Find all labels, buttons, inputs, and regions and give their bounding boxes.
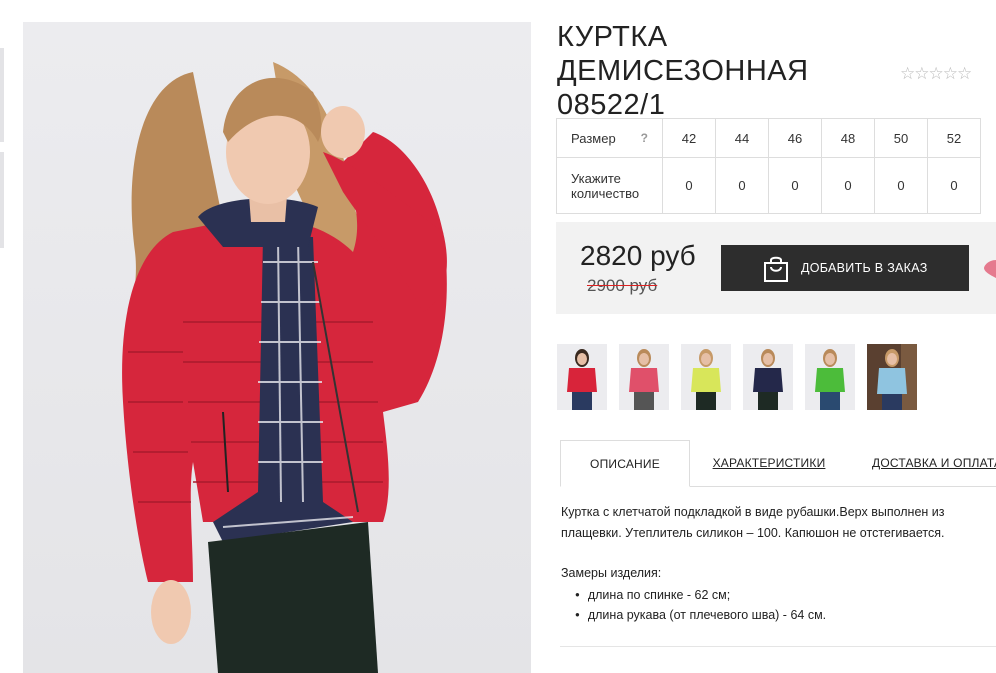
product-title: КУРТКА ДЕМИСЕЗОННАЯ 08522/1 bbox=[557, 21, 809, 121]
color-variant-thumb[interactable] bbox=[805, 344, 855, 410]
shopping-bag-icon bbox=[764, 256, 788, 282]
quantity-input[interactable]: 0 bbox=[821, 157, 875, 214]
color-variant-thumb[interactable] bbox=[681, 344, 731, 410]
size-cell: 52 bbox=[927, 118, 981, 158]
size-cell: 48 bbox=[821, 118, 875, 158]
color-variant-thumb[interactable] bbox=[557, 344, 607, 410]
tab-description[interactable]: ОПИСАНИЕ bbox=[560, 440, 690, 487]
tab-characteristics[interactable]: ХАРАКТЕРИСТИКИ bbox=[712, 440, 826, 486]
price-panel: 2820 руб 2900 руб ДОБАВИТЬ В ЗАКАЗ bbox=[556, 222, 996, 314]
color-variant-thumb[interactable] bbox=[743, 344, 793, 410]
gallery-thumb-edge-2[interactable] bbox=[0, 152, 4, 248]
quantity-input[interactable]: 0 bbox=[768, 157, 822, 214]
list-item: длина рукава (от плечевого шва) - 64 см. bbox=[575, 606, 826, 626]
heart-icon[interactable] bbox=[984, 258, 996, 278]
list-item: длина по спинке - 62 см; bbox=[575, 586, 826, 606]
current-price: 2820 руб bbox=[580, 240, 696, 271]
tab-delivery[interactable]: ДОСТАВКА И ОПЛАТА bbox=[872, 440, 996, 486]
divider bbox=[560, 646, 996, 647]
quantity-row-label: Укажите количество bbox=[556, 157, 663, 214]
size-cell: 44 bbox=[715, 118, 769, 158]
color-variant-thumb[interactable] bbox=[619, 344, 669, 410]
quantity-input[interactable]: 0 bbox=[662, 157, 716, 214]
add-to-order-label: ДОБАВИТЬ В ЗАКАЗ bbox=[801, 261, 928, 275]
measures-title: Замеры изделия: bbox=[561, 566, 662, 580]
measures-list: длина по спинке - 62 см; длина рукава (о… bbox=[575, 586, 826, 626]
gallery-thumb-edge-1[interactable] bbox=[0, 48, 4, 142]
description-text: Куртка с клетчатой подкладкой в виде руб… bbox=[561, 505, 945, 540]
size-quantity-table: Размер ? 42 44 46 48 50 52 Укажите колич… bbox=[556, 118, 981, 214]
size-cell: 46 bbox=[768, 118, 822, 158]
rating-stars[interactable]: ☆☆☆☆☆ bbox=[900, 64, 972, 84]
size-label: Размер bbox=[571, 130, 616, 146]
model-illustration bbox=[122, 62, 447, 673]
quantity-input[interactable]: 0 bbox=[874, 157, 928, 214]
quantity-input[interactable]: 0 bbox=[927, 157, 981, 214]
size-cell: 42 bbox=[662, 118, 716, 158]
color-variant-thumb[interactable] bbox=[867, 344, 917, 410]
size-cell: 50 bbox=[874, 118, 928, 158]
size-help-icon[interactable]: ? bbox=[641, 131, 648, 145]
add-to-order-button[interactable]: ДОБАВИТЬ В ЗАКАЗ bbox=[721, 245, 969, 291]
main-product-image[interactable] bbox=[23, 22, 531, 673]
quantity-input[interactable]: 0 bbox=[715, 157, 769, 214]
old-price: 2900 руб bbox=[587, 276, 658, 295]
size-row-label: Размер ? bbox=[556, 118, 663, 158]
product-tabs: ОПИСАНИЕ ХАРАКТЕРИСТИКИ ДОСТАВКА И ОПЛАТ… bbox=[560, 440, 996, 487]
